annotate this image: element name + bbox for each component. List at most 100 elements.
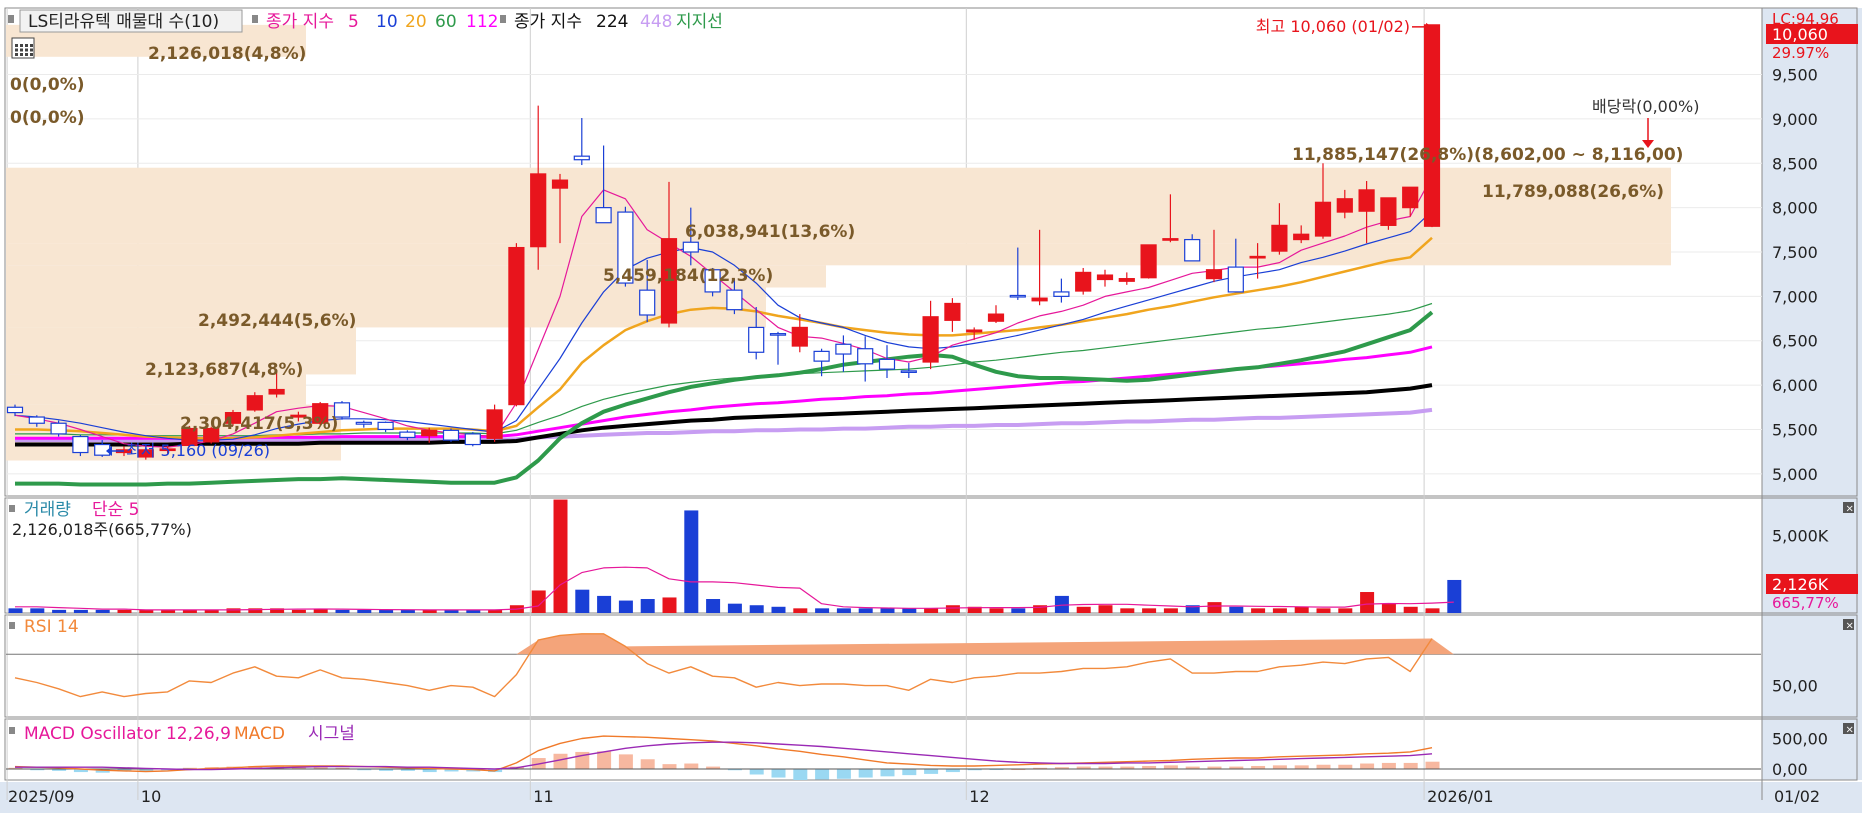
volume-bar bbox=[1011, 608, 1026, 613]
ma224-period: 224 bbox=[596, 12, 628, 32]
lc-label: LC:94.96 bbox=[1772, 10, 1839, 28]
candle-body bbox=[442, 429, 460, 441]
macd-oscillator-bar bbox=[793, 769, 808, 780]
low-annotation: 최저 5,160 (09/26) bbox=[126, 441, 270, 460]
volume-bar bbox=[1403, 606, 1418, 613]
macd-oscillator-bar bbox=[749, 769, 764, 775]
calculator-key bbox=[30, 44, 33, 47]
candle-body bbox=[944, 302, 961, 321]
candle-body bbox=[748, 326, 765, 353]
candle-body bbox=[639, 289, 656, 316]
volume-bar bbox=[684, 510, 699, 613]
candle-body bbox=[246, 395, 263, 411]
legend-square-icon bbox=[8, 15, 14, 23]
candle-body bbox=[421, 429, 438, 437]
volume-profile-label: 2,492,444(5,6%) bbox=[198, 311, 356, 331]
candle-body bbox=[355, 421, 372, 425]
candle-body bbox=[28, 416, 45, 424]
candle-body bbox=[399, 431, 416, 439]
macd-y-tick: 500,00 bbox=[1772, 730, 1828, 749]
y-tick-label: 5,000 bbox=[1772, 465, 1818, 484]
calculator-key bbox=[20, 53, 23, 56]
volume-bar bbox=[553, 499, 568, 613]
stock-chart[interactable]: 2,126,018(4,8%) 0(0,0%) 0(0,0%) 11,885,147(… bbox=[0, 0, 1862, 813]
macd-title: MACD Oscillator 12,26,9 bbox=[24, 724, 231, 744]
calculator-icon bbox=[11, 37, 35, 59]
volume-bar bbox=[95, 609, 110, 613]
ma-period-label: 60 bbox=[435, 12, 457, 32]
volume-bar bbox=[117, 609, 132, 613]
candle-body bbox=[72, 435, 89, 454]
candle-body bbox=[1053, 291, 1070, 297]
volume-title: 거래량 bbox=[24, 500, 71, 520]
close-icon[interactable]: × bbox=[1843, 502, 1854, 515]
volume-bar bbox=[1251, 608, 1266, 613]
macd-oscillator-bar bbox=[1381, 762, 1396, 770]
y-tick-label: 6,500 bbox=[1772, 332, 1818, 351]
calculator-key bbox=[25, 44, 28, 47]
close-icon[interactable]: × bbox=[1843, 619, 1854, 632]
ma-period-label: 112 bbox=[466, 12, 498, 32]
macd-oscillator-bar bbox=[618, 754, 633, 770]
support-label: 지지선 bbox=[676, 12, 723, 32]
volume-ma-label: 단순 5 bbox=[92, 500, 140, 520]
x-tick-label: 10 bbox=[141, 787, 161, 806]
volume-bar bbox=[400, 609, 415, 613]
candle-body bbox=[813, 350, 830, 362]
candle-body bbox=[1423, 24, 1441, 227]
ma-group2-prefix: 종가 지수 bbox=[514, 12, 582, 32]
volume-bar bbox=[858, 608, 873, 613]
y-tick-label: 9,000 bbox=[1772, 110, 1818, 129]
ma-period-label: 5 bbox=[348, 12, 359, 32]
volume-bar bbox=[924, 608, 939, 613]
y-tick-label: 5,500 bbox=[1772, 420, 1818, 439]
legend-square-icon bbox=[500, 15, 506, 23]
candle-body bbox=[1227, 266, 1244, 293]
candle-body bbox=[1075, 271, 1092, 292]
volume-profile-label: 2,123,687(4,8%) bbox=[145, 360, 303, 380]
macd-oscillator-bar bbox=[836, 769, 851, 779]
volume-bar bbox=[771, 606, 786, 613]
volume-bar bbox=[662, 597, 677, 613]
volume-bar bbox=[815, 608, 830, 613]
volume-bar bbox=[706, 599, 721, 613]
calculator-key bbox=[15, 53, 18, 56]
close-icon[interactable]: × bbox=[1843, 723, 1854, 736]
candle-body bbox=[1271, 224, 1288, 252]
candle-body bbox=[769, 333, 787, 336]
macd-oscillator-bar bbox=[924, 769, 939, 774]
candle-body bbox=[900, 370, 917, 373]
volume-bar bbox=[1447, 579, 1462, 613]
macd-oscillator-bar bbox=[1272, 765, 1287, 770]
volume-bar bbox=[640, 599, 655, 613]
ma-period-label: 10 bbox=[376, 12, 398, 32]
candle-body bbox=[835, 343, 852, 355]
macd-oscillator-bar bbox=[684, 763, 699, 770]
candle-body bbox=[791, 326, 808, 347]
volume-bar bbox=[727, 603, 742, 613]
calculator-key bbox=[30, 48, 33, 52]
legend-square-icon bbox=[252, 15, 258, 23]
macd-oscillator-bar bbox=[858, 769, 873, 778]
macd-oscillator-bar bbox=[1294, 765, 1309, 770]
candle-body bbox=[486, 409, 503, 439]
change-pct-label: 29.97% bbox=[1772, 44, 1829, 62]
candle-body bbox=[464, 433, 481, 446]
candle-body bbox=[1184, 238, 1201, 262]
volume-bar bbox=[291, 609, 306, 613]
candle-body bbox=[682, 241, 699, 253]
calculator-key bbox=[25, 53, 28, 56]
volume-bar bbox=[945, 605, 960, 613]
candle-body bbox=[1249, 255, 1266, 259]
volume-y-tick: 5,000K bbox=[1772, 526, 1829, 545]
volume-profile-label: 0(0,0%) bbox=[10, 108, 85, 128]
candle-body bbox=[987, 313, 1005, 322]
macd-oscillator-bar bbox=[640, 759, 655, 770]
candle-body bbox=[1205, 269, 1223, 280]
close-icon-glyph: × bbox=[1846, 621, 1854, 632]
volume-profile-label: 5,459,184(12,3%) bbox=[603, 266, 773, 286]
candle-body bbox=[1096, 274, 1114, 281]
candle-body bbox=[878, 358, 896, 370]
calculator-key bbox=[20, 48, 23, 52]
volume-bar bbox=[836, 608, 851, 613]
